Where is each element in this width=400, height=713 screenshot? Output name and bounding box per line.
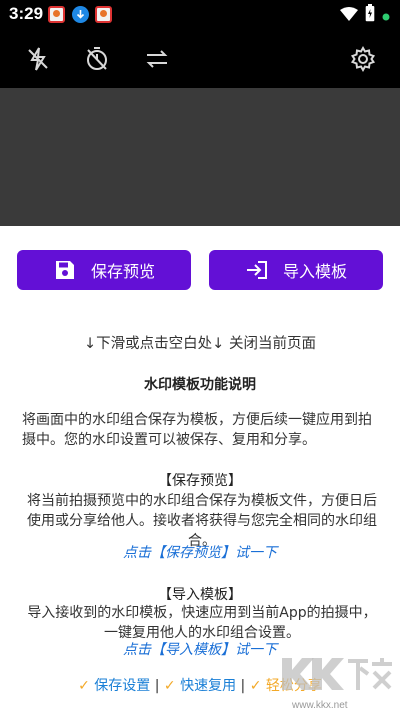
save-preview-label: 保存预览 bbox=[90, 264, 155, 281]
import-template-label: 导入模板 bbox=[282, 264, 347, 281]
kk-download-watermark-logo bbox=[282, 658, 392, 690]
switch-camera-icon[interactable] bbox=[140, 42, 174, 76]
feature-save-settings: 保存设置 bbox=[94, 678, 151, 694]
flash-off-icon[interactable] bbox=[21, 42, 55, 76]
try-save-link[interactable]: 点击【保存预览】试一下 bbox=[0, 542, 400, 562]
import-template-button[interactable]: 导入模板 bbox=[209, 250, 383, 290]
timer-off-icon[interactable] bbox=[80, 42, 114, 76]
feature-separator: | bbox=[154, 678, 160, 694]
camera-toolbar bbox=[0, 30, 400, 88]
explanation-title: 水印模板功能说明 bbox=[144, 377, 256, 393]
explanation-intro: 将画面中的水印组合保存为模板，方便后续一键应用到拍摄中。您的水印设置可以被保存、… bbox=[22, 412, 372, 448]
check-icon: ✓ bbox=[78, 678, 90, 694]
save-section-title: 【保存预览】 bbox=[158, 473, 242, 489]
floppy-disk-icon bbox=[53, 258, 77, 282]
status-time: 3:29 bbox=[9, 4, 44, 23]
photo-app-icon bbox=[95, 6, 112, 23]
photo-app-icon bbox=[48, 6, 65, 23]
camera-preview[interactable] bbox=[0, 88, 400, 226]
status-indicators bbox=[340, 4, 390, 26]
download-icon bbox=[72, 6, 89, 23]
check-icon: ✓ bbox=[163, 678, 176, 694]
check-icon: ✓ bbox=[249, 678, 262, 694]
import-login-icon bbox=[245, 258, 269, 282]
camera-in-use-dot-icon bbox=[382, 6, 390, 25]
template-bottom-sheet: 保存预览 导入模板 ↓下滑或点击空白处↓ 关闭当前页面 水印模板功能说明 将画面… bbox=[0, 226, 400, 713]
feature-separator: | bbox=[240, 678, 246, 694]
import-section-body: 导入接收到的水印模板，快速应用到当前App的拍摄中，一键复用他人的水印组合设置。 bbox=[27, 605, 377, 641]
wifi-icon bbox=[340, 6, 358, 25]
watermark-url: www.kkx.net bbox=[292, 700, 348, 711]
settings-icon[interactable] bbox=[346, 42, 380, 76]
feature-quick-reuse: 快速复用 bbox=[180, 678, 237, 694]
battery-icon bbox=[365, 4, 375, 26]
import-section-title: 【导入模板】 bbox=[158, 587, 242, 603]
close-hint[interactable]: ↓下滑或点击空白处↓ 关闭当前页面 bbox=[0, 332, 400, 353]
status-bar: 3:29 bbox=[0, 0, 400, 30]
save-preview-button[interactable]: 保存预览 bbox=[17, 250, 191, 290]
